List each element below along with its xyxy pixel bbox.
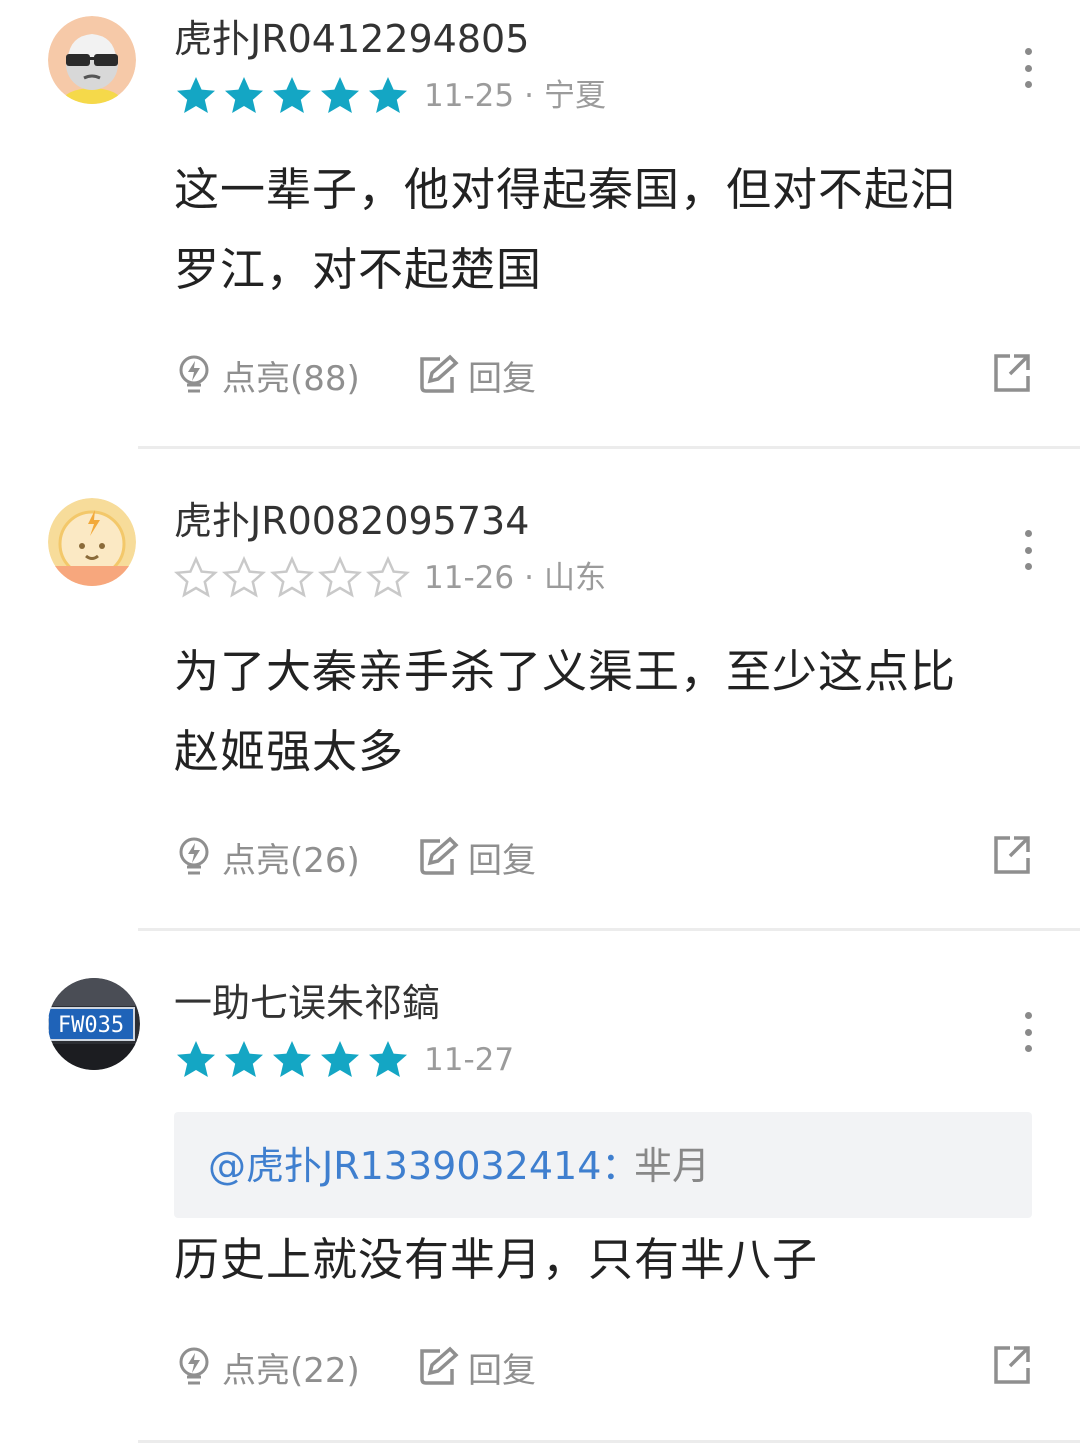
user-avatar[interactable] <box>48 498 136 586</box>
comment-date: 11-26 <box>424 560 515 596</box>
plate-number: FW035 <box>58 1013 124 1038</box>
username[interactable]: 虎扑JR0412294805 <box>174 16 529 62</box>
more-options-icon[interactable] <box>1016 1012 1040 1052</box>
like-count-label: 点亮(22) <box>222 1350 360 1391</box>
comment-body-line: 赵姬强太多 <box>174 725 405 778</box>
user-avatar[interactable]: FW035 <box>48 978 140 1070</box>
lightbulb-icon <box>179 355 209 393</box>
reply-label: 回复 <box>468 358 536 399</box>
star-empty-icon <box>318 556 362 598</box>
edit-icon <box>420 836 459 875</box>
lightbulb-icon <box>179 837 209 875</box>
comment-body: 为了大秦亲手杀了义渠王，至少这点比 赵姬强太多 <box>174 632 1004 792</box>
comment-meta: 11-25 · 宁夏 <box>424 74 606 118</box>
more-options-icon[interactable] <box>1016 48 1040 88</box>
star-filled-icon <box>225 1041 263 1077</box>
reply-button[interactable]: 回复 <box>416 350 536 400</box>
username[interactable]: 一助七误朱祁鎬 <box>174 980 440 1026</box>
comment-body-line: 为了大秦亲手杀了义渠王，至少这点比 <box>174 645 957 698</box>
rating-stars <box>174 1038 414 1082</box>
comment-divider <box>138 928 1080 931</box>
mention-link[interactable]: @虎扑JR1339032414： <box>208 1138 639 1194</box>
reply-label: 回复 <box>468 840 536 881</box>
lightning-smiley-avatar-icon <box>48 498 136 586</box>
user-avatar[interactable] <box>48 16 136 104</box>
quoted-text: 芈月 <box>634 1144 711 1188</box>
edit-icon <box>420 1346 459 1385</box>
username[interactable]: 虎扑JR0082095734 <box>174 498 529 544</box>
comment-meta: 11-26 · 山东 <box>424 556 606 600</box>
comment-actions: 点亮(22) 回复 <box>174 1342 1032 1392</box>
edit-icon <box>420 354 459 393</box>
quoted-reply[interactable]: @虎扑JR1339032414： 芈月 <box>174 1112 1032 1218</box>
comment-body-line: 罗江，对不起楚国 <box>174 243 543 296</box>
star-filled-icon <box>177 1041 215 1077</box>
star-filled-icon <box>321 77 359 113</box>
comment-body: 历史上就没有芈月，只有芈八子 <box>174 1220 1004 1300</box>
lightbulb-icon <box>179 1347 209 1385</box>
star-filled-icon <box>225 77 263 113</box>
reply-button[interactable]: 回复 <box>416 832 536 882</box>
like-count-label: 点亮(88) <box>222 358 360 399</box>
rating-stars <box>174 556 414 600</box>
like-button[interactable]: 点亮(88) <box>174 350 360 400</box>
star-filled-icon <box>369 77 407 113</box>
like-button[interactable]: 点亮(26) <box>174 832 360 882</box>
reply-label: 回复 <box>468 1350 536 1391</box>
comment-date: 11-25 <box>424 78 515 114</box>
sunglasses-face-avatar-icon <box>48 16 136 104</box>
star-empty-icon <box>366 556 410 598</box>
rating-stars <box>174 74 414 118</box>
comment-divider <box>138 1440 1080 1443</box>
comment-body: 这一辈子，他对得起秦国，但对不起汨 罗江，对不起楚国 <box>174 150 1004 310</box>
like-count-label: 点亮(26) <box>222 840 360 881</box>
comment-body-line: 这一辈子，他对得起秦国，但对不起汨 <box>174 163 957 216</box>
comment-body-line: 历史上就没有芈月，只有芈八子 <box>174 1233 819 1286</box>
star-filled-icon <box>321 1041 359 1077</box>
star-filled-icon <box>369 1041 407 1077</box>
separator-dot: · <box>524 78 534 114</box>
star-filled-icon <box>177 77 215 113</box>
star-filled-icon <box>273 1041 311 1077</box>
license-plate-avatar-icon: FW035 <box>48 978 140 1070</box>
star-empty-icon <box>174 556 218 598</box>
comment-date: 11-27 <box>424 1042 515 1078</box>
comment-meta: 11-27 <box>424 1038 514 1082</box>
star-empty-icon <box>222 556 266 598</box>
comment-actions: 点亮(88) 回复 <box>174 350 1032 400</box>
share-icon[interactable] <box>992 352 1032 394</box>
reply-button[interactable]: 回复 <box>416 1342 536 1392</box>
comment-actions: 点亮(26) 回复 <box>174 832 1032 882</box>
share-icon[interactable] <box>992 1344 1032 1386</box>
star-filled-icon <box>273 77 311 113</box>
separator-dot: · <box>524 560 534 596</box>
star-empty-icon <box>270 556 314 598</box>
share-icon[interactable] <box>992 834 1032 876</box>
more-options-icon[interactable] <box>1016 530 1040 570</box>
like-button[interactable]: 点亮(22) <box>174 1342 360 1392</box>
comment-location: 宁夏 <box>543 78 606 114</box>
comment-location: 山东 <box>543 560 606 596</box>
comment-divider <box>138 446 1080 449</box>
